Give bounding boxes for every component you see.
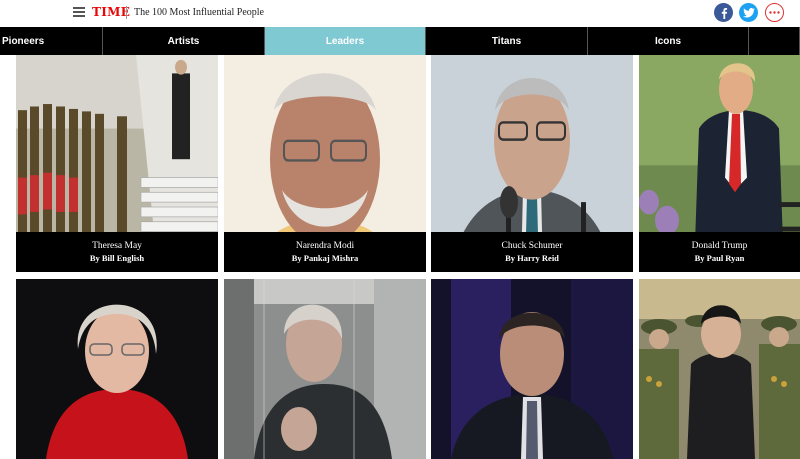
page-title: The 100 Most Influential People <box>134 7 264 18</box>
profile-card-donald-trump[interactable]: Donald Trump By Paul Ryan <box>639 55 800 272</box>
card-byline: By Paul Ryan <box>694 253 745 263</box>
more-share-button[interactable] <box>765 3 784 22</box>
card-byline: By Pankaj Mishra <box>291 253 359 263</box>
divider <box>126 6 127 19</box>
profile-card[interactable] <box>16 279 218 459</box>
card-caption: Donald Trump By Paul Ryan <box>639 232 800 272</box>
profile-photo <box>639 279 800 459</box>
profile-photo <box>431 279 633 459</box>
tab-icons[interactable]: Icons <box>588 27 749 55</box>
category-tabs: Pioneers Artists Leaders Titans Icons <box>0 27 800 55</box>
tab-titans[interactable]: Titans <box>426 27 588 55</box>
card-caption: Chuck Schumer By Harry Reid <box>431 232 633 272</box>
card-byline: By Bill English <box>89 253 145 263</box>
card-byline: By Harry Reid <box>505 253 559 263</box>
card-name: Narendra Modi <box>295 241 355 251</box>
profile-card-narendra-modi[interactable]: Narendra Modi By Pankaj Mishra <box>224 55 426 272</box>
profile-grid: Theresa May By Bill English Narendra Mod… <box>0 55 800 459</box>
tab-pioneers[interactable]: Pioneers <box>0 27 103 55</box>
menu-icon[interactable] <box>73 7 85 17</box>
facebook-share-button[interactable] <box>714 3 733 22</box>
top-bar: TIME The 100 Most Influential People <box>0 0 800 27</box>
card-caption: Narendra Modi By Pankaj Mishra <box>224 232 426 272</box>
tab-next[interactable] <box>749 27 800 55</box>
profile-photo <box>16 279 218 459</box>
card-name: Chuck Schumer <box>501 241 563 251</box>
more-icon <box>769 11 780 14</box>
card-name: Theresa May <box>92 241 142 251</box>
profile-card-chuck-schumer[interactable]: Chuck Schumer By Harry Reid <box>431 55 633 272</box>
twitter-share-button[interactable] <box>739 3 758 22</box>
tab-artists[interactable]: Artists <box>103 27 265 55</box>
card-name: Donald Trump <box>691 241 748 251</box>
time-logo[interactable]: TIME <box>92 5 130 19</box>
card-caption: Theresa May By Bill English <box>16 232 218 272</box>
facebook-icon <box>721 7 727 19</box>
profile-photo <box>224 279 426 459</box>
profile-card[interactable] <box>639 279 800 459</box>
profile-card[interactable] <box>224 279 426 459</box>
twitter-icon <box>742 7 755 17</box>
profile-card-theresa-may[interactable]: Theresa May By Bill English <box>16 55 218 272</box>
tab-leaders[interactable]: Leaders <box>265 27 426 55</box>
profile-card[interactable] <box>431 279 633 459</box>
